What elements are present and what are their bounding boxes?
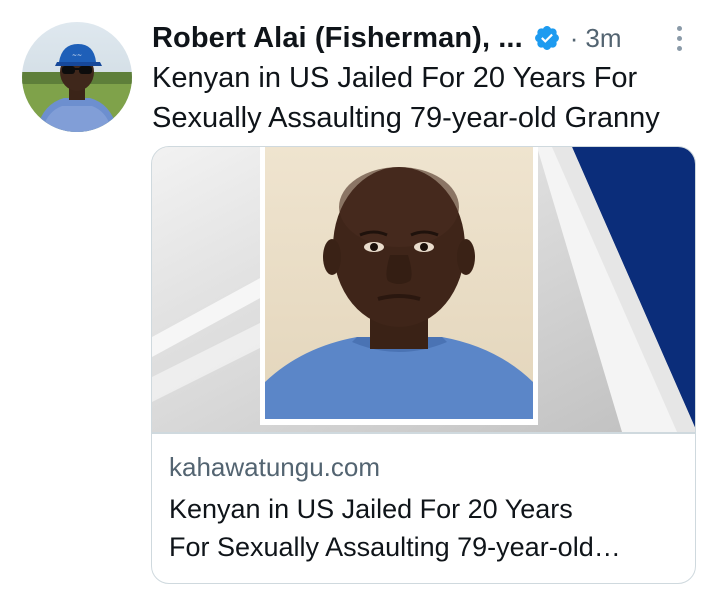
author-name[interactable]: Robert Alai (Fisherman), ...	[152, 22, 523, 55]
tweet-header: Robert Alai (Fisherman), ... · 3m	[152, 18, 700, 58]
more-options-icon[interactable]	[668, 22, 690, 54]
card-title-line: For Sexually Assaulting 79-year-old…	[169, 532, 621, 562]
author-avatar[interactable]: ~~	[22, 22, 132, 132]
verified-badge-icon	[533, 24, 561, 52]
link-preview-card[interactable]: kahawatungu.com Kenyan in US Jailed For …	[151, 146, 696, 584]
timestamp[interactable]: 3m	[585, 23, 621, 54]
card-title-line: Kenyan in US Jailed For 20 Years	[169, 494, 573, 524]
card-divider	[152, 432, 695, 434]
svg-text:~~: ~~	[72, 52, 82, 59]
separator-dot: ·	[569, 22, 579, 53]
avatar-photo: ~~	[22, 22, 132, 132]
tweet[interactable]: ~~ Robert Alai (Fisherman), ... · 3m Ken…	[0, 0, 720, 598]
tweet-text: Kenyan in US Jailed For 20 Years For Sex…	[152, 62, 660, 134]
card-thumbnail	[152, 147, 695, 432]
card-domain: kahawatungu.com	[169, 452, 381, 482]
card-title: Kenyan in US Jailed For 20 Years For Sex…	[169, 490, 684, 566]
